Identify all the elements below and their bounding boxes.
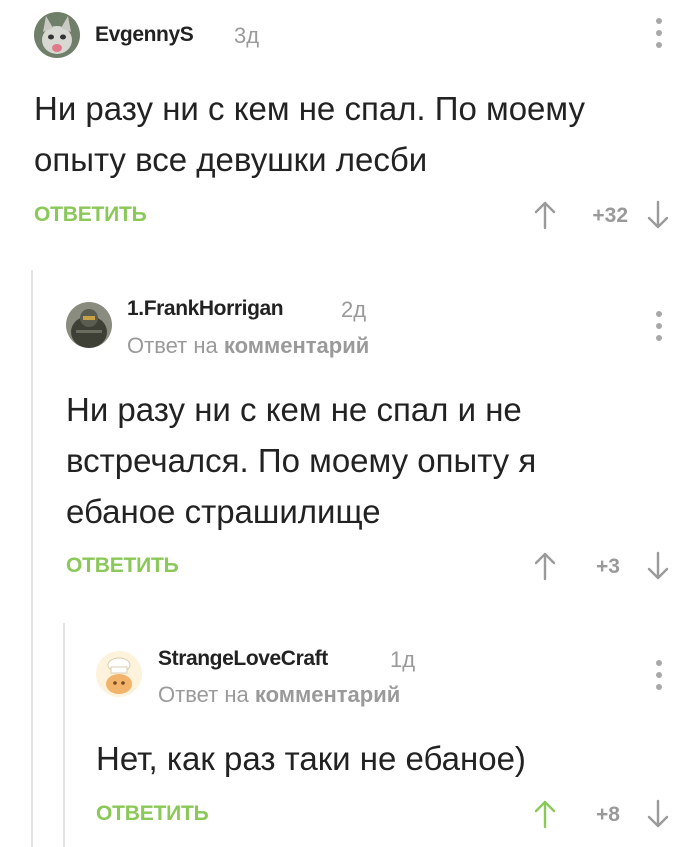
downvote-arrow-icon[interactable] [646, 200, 670, 230]
comment-text: Нет, как раз таки не ебаное) [96, 733, 526, 784]
more-options-icon[interactable] [654, 660, 664, 690]
comment-text-line: Нет, как раз таки не ебаное) [96, 740, 526, 777]
reply-button[interactable]: ОТВЕТИТЬ [34, 203, 147, 227]
avatar[interactable] [96, 651, 142, 697]
avatar[interactable] [66, 302, 112, 348]
chef-avatar-icon [96, 651, 142, 697]
reply-to-info: Ответ на комментарий [158, 682, 400, 708]
thread-line [31, 270, 33, 847]
comment-time: 1д [390, 647, 416, 672]
comment-time: 2д [341, 297, 367, 322]
armor-avatar-icon [66, 302, 112, 348]
comment-text: Ни разу ни с кем не спал и не встречался… [66, 384, 536, 537]
downvote-arrow-icon[interactable] [646, 551, 670, 581]
thread-line [63, 623, 65, 847]
author-name[interactable]: EvgennyS [95, 23, 194, 47]
comment-text: Ни разу ни с кем не спал. По моему опыту… [34, 83, 585, 185]
reply-to-link[interactable]: комментарий [224, 333, 369, 358]
comment-text-line: встречался. По моему опыту я [66, 442, 537, 479]
reply-to-info: Ответ на комментарий [127, 333, 369, 359]
author-name[interactable]: 1.FrankHorrigan [127, 297, 284, 321]
more-options-icon[interactable] [654, 311, 664, 341]
comment-text-line: ебаное страшилище [66, 493, 381, 530]
rating-value: +8 [596, 803, 620, 826]
comment-text-line: опыту все девушки лесби [34, 141, 428, 178]
reply-to-prefix: Ответ на [158, 682, 249, 707]
reply-to-link[interactable]: комментарий [255, 682, 400, 707]
rating-value: +3 [596, 555, 620, 578]
reply-to-prefix: Ответ на [127, 333, 218, 358]
comment-time: 3д [234, 23, 260, 48]
more-options-icon[interactable] [654, 18, 664, 48]
cat-avatar-icon [34, 12, 80, 58]
rating-value: +32 [592, 204, 628, 227]
avatar[interactable] [34, 12, 80, 58]
upvote-arrow-icon[interactable] [533, 551, 557, 581]
comment-text-line: Ни разу ни с кем не спал. По моему [34, 90, 585, 127]
downvote-arrow-icon[interactable] [646, 799, 670, 829]
author-name[interactable]: StrangeLoveCraft [158, 647, 328, 671]
upvote-arrow-icon[interactable] [533, 200, 557, 230]
reply-button[interactable]: ОТВЕТИТЬ [66, 554, 179, 578]
reply-button[interactable]: ОТВЕТИТЬ [96, 802, 209, 826]
upvote-arrow-icon[interactable] [533, 799, 557, 829]
comment-text-line: Ни разу ни с кем не спал и не [66, 391, 522, 428]
